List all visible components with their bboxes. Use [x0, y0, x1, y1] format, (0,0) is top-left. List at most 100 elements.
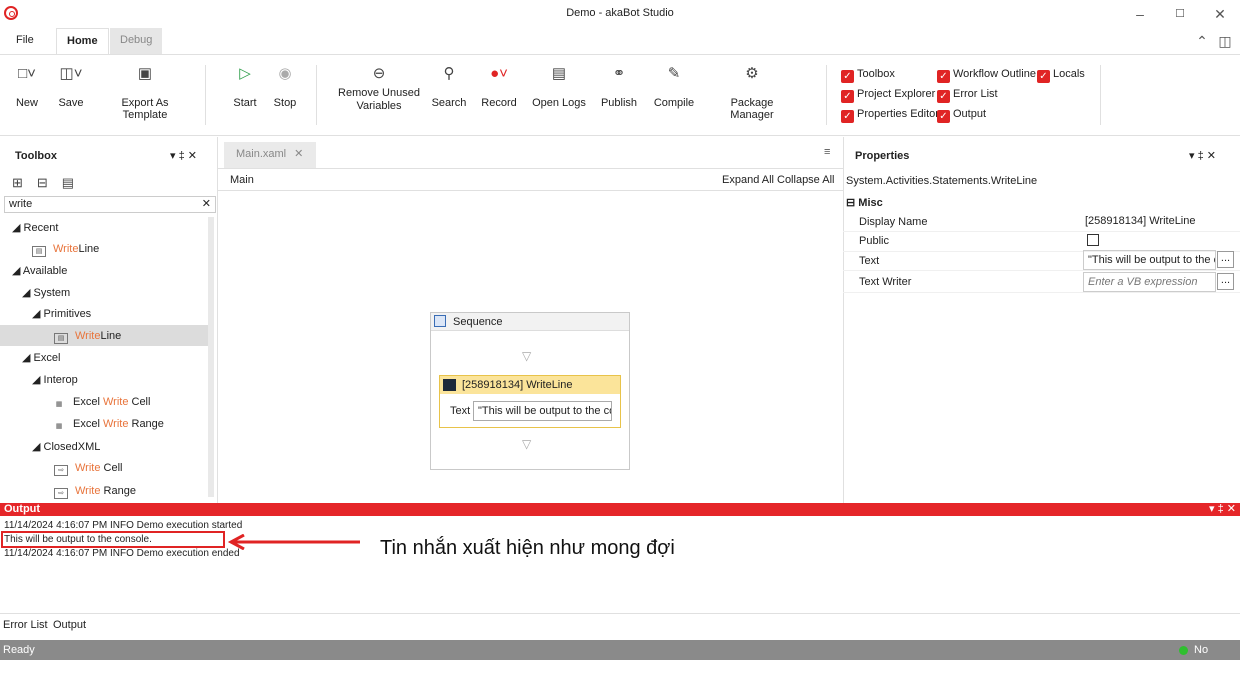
- tree-available[interactable]: ◢ Available: [12, 261, 67, 281]
- package-manager-button[interactable]: ⚙ Package Manager: [708, 63, 796, 121]
- collapse-section-icon[interactable]: ⊟: [846, 197, 858, 209]
- ewr-pre: Excel: [73, 418, 103, 430]
- save-button[interactable]: ◫˅ Save: [55, 63, 87, 109]
- properties-title: Properties: [855, 150, 910, 162]
- expand-all-button[interactable]: Expand All: [722, 174, 774, 186]
- locals-checkbox[interactable]: ✓ Locals: [1037, 67, 1085, 83]
- start-button[interactable]: ▷ Start: [230, 63, 260, 109]
- output-panel: 11/14/2024 4:16:07 PM INFO Demo executio…: [0, 516, 1240, 614]
- output-checkbox[interactable]: ✓ Output: [937, 107, 986, 123]
- tree-item-excel-write-range[interactable]: ▦ Excel Write Range: [52, 414, 164, 434]
- layout-icon[interactable]: ◫: [1215, 31, 1235, 51]
- cell-icon: ⇨: [54, 465, 68, 476]
- sequence-icon: [434, 315, 446, 327]
- misc-section[interactable]: ⊟ Misc: [846, 196, 883, 209]
- search-button[interactable]: ⚲ Search: [430, 63, 468, 109]
- ribbon: □˅ New ◫˅ Save ▣ Export As Template ▷ Start …: [0, 54, 1240, 136]
- record-icon: ●˅: [490, 65, 508, 82]
- project-explorer-checkbox[interactable]: ✓ Project Explorer: [841, 87, 935, 103]
- designer-header: Main Expand All Collapse All: [218, 169, 843, 191]
- tab-error-list[interactable]: Error List: [3, 619, 48, 631]
- start-label: Start: [233, 97, 257, 109]
- output-panel-header: Output ▾ ‡ ✕: [0, 503, 1240, 516]
- properties-editor-checkbox[interactable]: ✓ Properties Editor: [841, 107, 939, 123]
- prop-row-text-writer: Text Writer Enter a VB expression ...: [843, 272, 1240, 293]
- tree-system[interactable]: ◢ System: [22, 283, 70, 303]
- tree-item-writeline-recent[interactable]: ▤ WriteLine: [32, 239, 99, 259]
- tree-item-write-range[interactable]: ⇨ Write Range: [54, 481, 136, 501]
- ewc-hl: Write: [102, 396, 129, 408]
- drop-arrow-icon[interactable]: ▽: [522, 349, 531, 363]
- excel-cell-icon: ▦: [55, 401, 63, 408]
- workflow-outline-checkbox[interactable]: ✓ Workflow Outline: [937, 67, 1036, 83]
- toolbox-panel: Toolbox ▾ ‡ ✕ ⊞⊟▤ write ✕ ◢ Recent ▤ Write…: [0, 137, 218, 503]
- tree-closedxml[interactable]: ◢ ClosedXML: [32, 437, 100, 457]
- text-writer-ellipsis-button[interactable]: ...: [1217, 273, 1234, 290]
- drop-arrow-icon[interactable]: ▽: [522, 437, 531, 451]
- annotation-text: Tin nhắn xuất hiện như mong đợi: [380, 537, 675, 559]
- tree-item-write-cell[interactable]: ⇨ Write Cell: [54, 458, 122, 478]
- check-icon: ✓: [841, 70, 854, 83]
- writeline-icon: ▤: [32, 246, 46, 257]
- close-window-icon[interactable]: ✕: [1210, 4, 1230, 24]
- wc-post: Cell: [100, 462, 123, 474]
- new-button[interactable]: □˅ New: [12, 63, 42, 109]
- public-checkbox[interactable]: [1087, 234, 1099, 246]
- minimize-icon[interactable]: –: [1130, 4, 1150, 24]
- text-writer-input[interactable]: Enter a VB expression: [1083, 272, 1216, 292]
- prop-label: Display Name: [859, 216, 928, 228]
- ribbon-divider: [1100, 65, 1101, 125]
- tab-main-xaml[interactable]: Main.xaml ✕: [224, 142, 316, 168]
- remove-label-2: Variables: [356, 100, 402, 112]
- breadcrumb[interactable]: Main: [230, 174, 254, 186]
- error-list-checkbox[interactable]: ✓ Error List: [937, 87, 998, 103]
- panel-pin-close-icon[interactable]: ▾ ‡ ✕: [1209, 503, 1236, 516]
- publish-button[interactable]: ⚭ Publish: [600, 63, 638, 109]
- tab-overflow-icon[interactable]: ≡: [824, 146, 830, 158]
- close-tab-icon[interactable]: ✕: [294, 148, 303, 160]
- text-property-input[interactable]: "This will be output to the c: [1083, 250, 1216, 270]
- available-label: Available: [22, 265, 68, 277]
- toolbox-scrollbar[interactable]: [208, 217, 214, 497]
- panel-pin-close-icon[interactable]: ▾ ‡ ✕: [170, 149, 197, 162]
- stop-button[interactable]: ◉ Stop: [270, 63, 300, 109]
- maximize-icon[interactable]: ☐: [1170, 4, 1190, 24]
- stop-icon: ◉: [278, 65, 292, 82]
- clear-search-icon[interactable]: ✕: [202, 197, 211, 212]
- tree-excel[interactable]: ◢ Excel: [22, 348, 60, 368]
- activity-text-input[interactable]: "This will be output to the co: [473, 401, 612, 421]
- toolbox-search-input[interactable]: write ✕: [4, 196, 216, 213]
- ribbon-divider: [316, 65, 317, 125]
- stop-label: Stop: [273, 97, 297, 109]
- display-name-value[interactable]: [258918134] WriteLine: [1085, 215, 1196, 227]
- check-icon: ✓: [937, 110, 950, 123]
- tree-primitives[interactable]: ◢ Primitives: [32, 304, 91, 324]
- remove-unused-variables-button[interactable]: ⊖ Remove Unused Variables: [338, 63, 420, 113]
- tree-item-excel-write-cell[interactable]: ▦ Excel Write Cell: [52, 392, 151, 412]
- tree-item-writeline-primitives[interactable]: ▤ WriteLine: [54, 326, 121, 346]
- tab-file[interactable]: File: [6, 28, 44, 54]
- excel-label: Excel: [33, 352, 61, 364]
- compile-button[interactable]: ✎ Compile: [652, 63, 696, 109]
- collapse-all-button[interactable]: Collapse All: [777, 174, 834, 186]
- writeline-activity[interactable]: [258918134] WriteLine Text "This will be…: [439, 375, 621, 428]
- tree-recent[interactable]: ◢ Recent: [12, 218, 58, 238]
- ewc-post: Cell: [128, 396, 151, 408]
- toolbox-checkbox[interactable]: ✓ Toolbox: [841, 67, 895, 83]
- panel-pin-close-icon[interactable]: ▾ ‡ ✕: [1189, 149, 1216, 162]
- record-button[interactable]: ●˅ Record: [480, 63, 518, 109]
- tab-home[interactable]: Home: [56, 28, 109, 54]
- remove-icon: ⊖: [372, 65, 386, 82]
- tab-debug[interactable]: Debug: [110, 28, 163, 54]
- open-logs-label: Open Logs: [532, 97, 586, 109]
- collapse-ribbon-icon[interactable]: ⌃: [1192, 31, 1212, 51]
- tree-interop[interactable]: ◢ Interop: [32, 370, 78, 390]
- open-logs-button[interactable]: ▤ Open Logs: [532, 63, 586, 109]
- toolbox-expand-collapse-icon[interactable]: ⊞⊟▤: [12, 175, 88, 191]
- ribbon-divider: [826, 65, 827, 125]
- ribbon-divider: [205, 65, 206, 125]
- prop-label: Text: [859, 255, 880, 267]
- text-ellipsis-button[interactable]: ...: [1217, 251, 1234, 268]
- tab-output[interactable]: Output: [53, 619, 86, 631]
- export-template-button[interactable]: ▣ Export As Template: [98, 63, 192, 121]
